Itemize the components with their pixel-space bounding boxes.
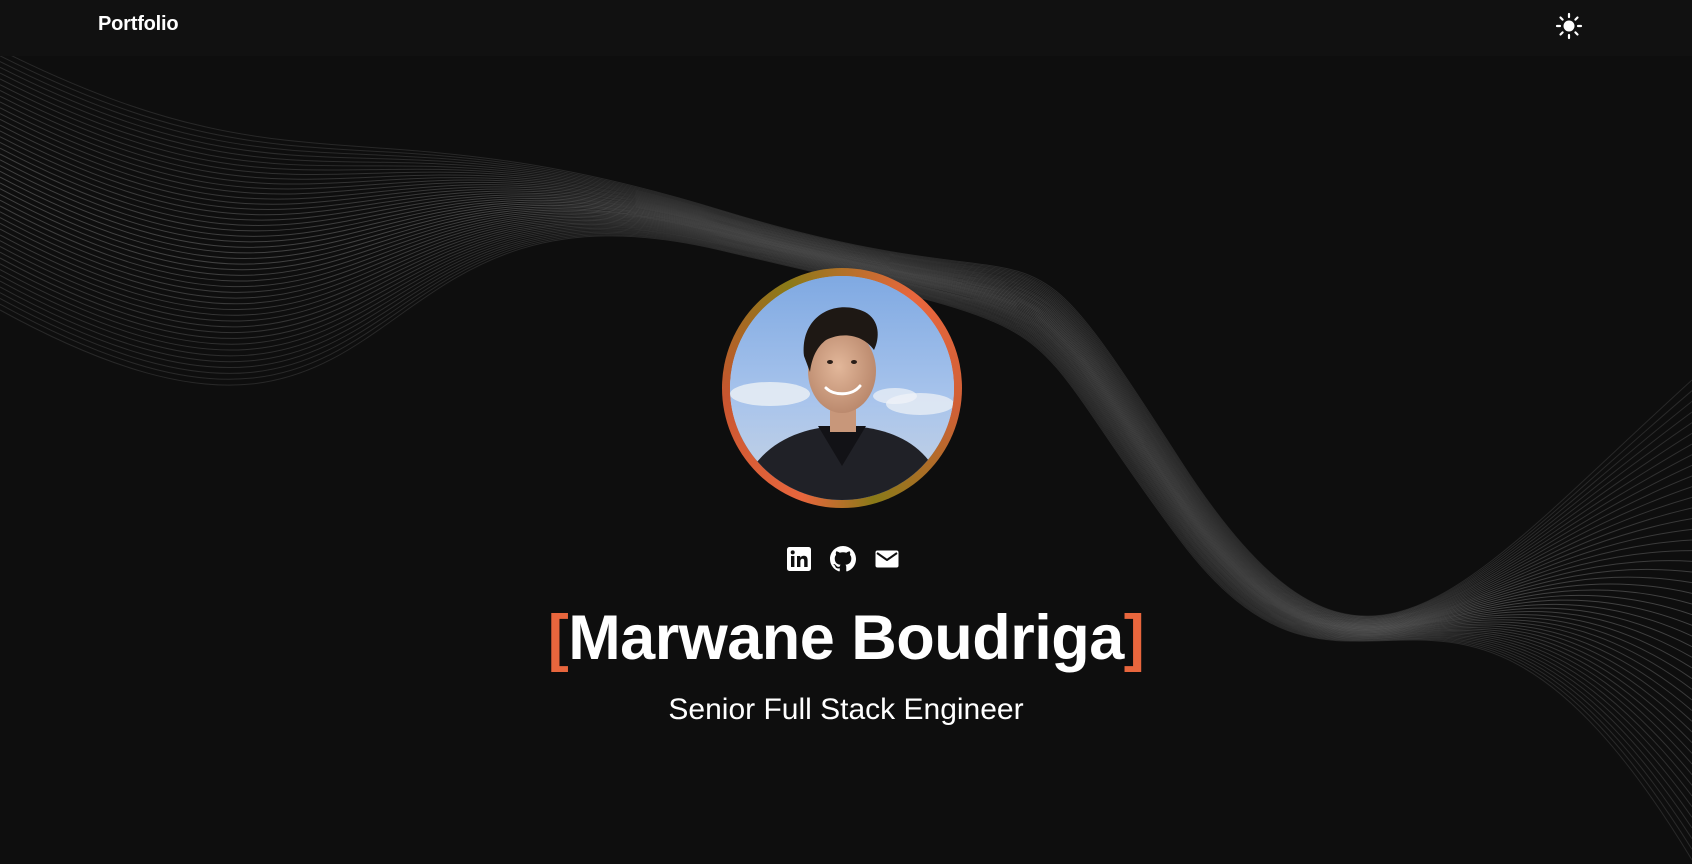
avatar-ring xyxy=(722,268,962,508)
github-link[interactable] xyxy=(830,546,858,574)
linkedin-icon xyxy=(787,547,811,571)
name-open-bracket: [ xyxy=(547,603,569,673)
hero-name: [Marwane Boudriga] xyxy=(0,598,1692,678)
theme-toggle-button[interactable] xyxy=(1553,10,1585,42)
social-links xyxy=(784,546,904,574)
navbar: Portfolio xyxy=(0,0,1692,56)
profile-photo xyxy=(730,276,954,500)
mail-icon xyxy=(875,550,899,568)
hero-subtitle: Senior Full Stack Engineer xyxy=(668,693,1024,726)
name-close-bracket: ] xyxy=(1123,603,1145,673)
brand-link[interactable]: Portfolio xyxy=(98,13,179,36)
avatar xyxy=(730,276,954,500)
sun-icon xyxy=(1555,12,1583,40)
name-text: Marwane Boudriga xyxy=(568,603,1124,673)
email-link[interactable] xyxy=(874,546,902,574)
github-icon xyxy=(830,546,856,572)
page: Portfolio [Marwane Boudriga] Senior Full… xyxy=(0,0,1692,864)
linkedin-link[interactable] xyxy=(786,546,814,574)
hero-section: [Marwane Boudriga] Senior Full Stack Eng… xyxy=(0,0,1692,864)
